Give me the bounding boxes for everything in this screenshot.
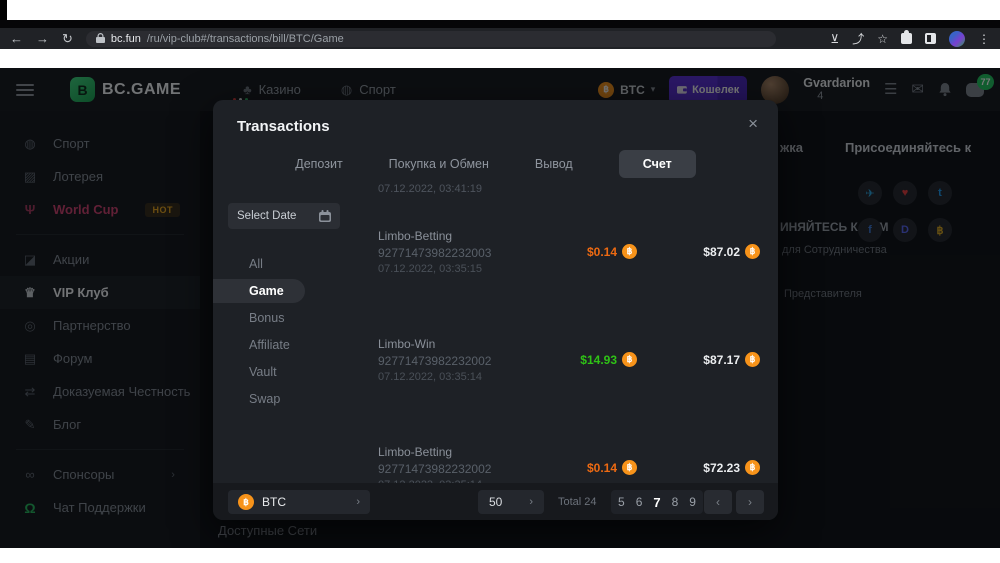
tx-name: Limbo-Betting [378, 229, 764, 243]
tx-amount: $14.93฿ [580, 352, 637, 367]
share-icon[interactable]: ⤴ [852, 33, 864, 45]
page-8[interactable]: 8 [672, 495, 679, 509]
browser-window: ← → ↻ bc.fun/ru/vip-club#/transactions/b… [0, 20, 1000, 528]
page-7-current[interactable]: 7 [653, 495, 660, 510]
close-icon[interactable]: × [748, 114, 758, 134]
browser-actions: ⊻ ⤴ ☆ ⋮ [830, 31, 990, 47]
site-page: B BC.GAME ♣ Казино ◍ Спорт [0, 68, 1000, 548]
btc-coin-icon: ฿ [622, 244, 637, 259]
url-path: /ru/vip-club#/transactions/bill/BTC/Game [147, 33, 344, 45]
page-5[interactable]: 5 [618, 495, 625, 509]
page-size-value: 50 [489, 495, 502, 509]
page-size-select[interactable]: 50 › [478, 490, 544, 514]
tx-name: Limbo-Betting [378, 445, 764, 459]
chevron-right-icon: › [529, 496, 533, 508]
tx-amount: $0.14฿ [587, 460, 637, 475]
btc-coin-icon: ฿ [745, 352, 760, 367]
back-icon[interactable]: ← [10, 32, 23, 45]
screenshot-root: ← → ↻ bc.fun/ru/vip-club#/transactions/b… [0, 0, 1000, 563]
category-bonus[interactable]: Bonus [213, 304, 371, 331]
prev-page-button[interactable]: ‹ [704, 490, 732, 514]
browser-toolbar: ← → ↻ bc.fun/ru/vip-club#/transactions/b… [0, 28, 1000, 49]
category-affiliate[interactable]: Affiliate [213, 331, 371, 358]
bookmark-star-icon[interactable]: ☆ [877, 33, 888, 45]
pagination: 5 6 7 8 9 [611, 490, 703, 514]
partial-row-date: 07.12.2022, 03:41:19 [378, 183, 764, 195]
tx-balance: $87.02฿ [703, 244, 760, 259]
modal-title: Transactions [237, 118, 330, 135]
forward-icon[interactable]: → [36, 32, 49, 45]
url-host: bc.fun [111, 33, 141, 45]
btc-coin-icon: ฿ [745, 244, 760, 259]
calendar-icon [319, 210, 331, 222]
next-page-button[interactable]: › [736, 490, 764, 514]
tab-withdraw[interactable]: Вывод [535, 157, 573, 171]
page-6[interactable]: 6 [636, 495, 643, 509]
tab-buy-swap[interactable]: Покупка и Обмен [389, 157, 489, 171]
lock-icon [96, 33, 105, 44]
btc-coin-icon: ฿ [622, 352, 637, 367]
tab-bill[interactable]: Счет [619, 150, 696, 178]
category-game[interactable]: Game [213, 279, 305, 303]
tx-amount: $0.14฿ [587, 244, 637, 259]
browser-menu-icon[interactable]: ⋮ [978, 33, 990, 45]
chevron-right-icon: › [356, 496, 360, 508]
transactions-modal: Transactions × Депозит Покупка и Обмен В… [213, 100, 778, 520]
category-vault[interactable]: Vault [213, 358, 371, 385]
transaction-row: Limbo-Betting 92771473982232002 07.12.20… [378, 445, 764, 483]
pagination-arrows: ‹ › [704, 490, 764, 514]
tx-balance: $87.17฿ [703, 352, 760, 367]
btc-coin-icon: ฿ [238, 494, 254, 510]
modal-footer: ฿ BTC › 50 › Total 24 5 6 7 8 9 [213, 483, 778, 520]
currency-filter-label: BTC [262, 495, 286, 509]
select-date-label: Select Date [237, 210, 296, 222]
category-swap[interactable]: Swap [213, 385, 371, 412]
transactions-list: 07.12.2022, 03:41:19 Limbo-Betting 92771… [378, 183, 764, 483]
transaction-row: Limbo-Betting 92771473982232003 07.12.20… [378, 229, 764, 302]
category-all[interactable]: All [213, 250, 371, 277]
transaction-row: Limbo-Win 92771473982232002 07.12.2022, … [378, 337, 764, 410]
install-icon[interactable]: ⊻ [830, 33, 839, 45]
category-list: All Game Bonus Affiliate Vault Swap [213, 250, 371, 412]
browser-tabstrip [0, 20, 1000, 28]
currency-filter-button[interactable]: ฿ BTC › [228, 490, 370, 514]
total-count: Total 24 [558, 496, 597, 508]
select-date-button[interactable]: Select Date [228, 203, 340, 229]
tx-date: 07.12.2022, 03:35:15 [378, 263, 764, 275]
tx-balance: $72.23฿ [703, 460, 760, 475]
btc-coin-icon: ฿ [622, 460, 637, 475]
page-9[interactable]: 9 [689, 495, 696, 509]
reload-icon[interactable]: ↻ [62, 32, 73, 45]
btc-coin-icon: ฿ [745, 460, 760, 475]
browser-profile-avatar[interactable] [949, 31, 965, 47]
side-panel-icon[interactable] [925, 33, 936, 44]
modal-tabs: Депозит Покупка и Обмен Вывод Счет [213, 148, 778, 180]
extensions-icon[interactable] [901, 33, 912, 44]
url-bar[interactable]: bc.fun/ru/vip-club#/transactions/bill/BT… [86, 31, 776, 47]
tab-deposit[interactable]: Депозит [295, 157, 342, 171]
screen-corner-notch [0, 0, 7, 21]
tx-date: 07.12.2022, 03:35:14 [378, 371, 764, 383]
tx-name: Limbo-Win [378, 337, 764, 351]
